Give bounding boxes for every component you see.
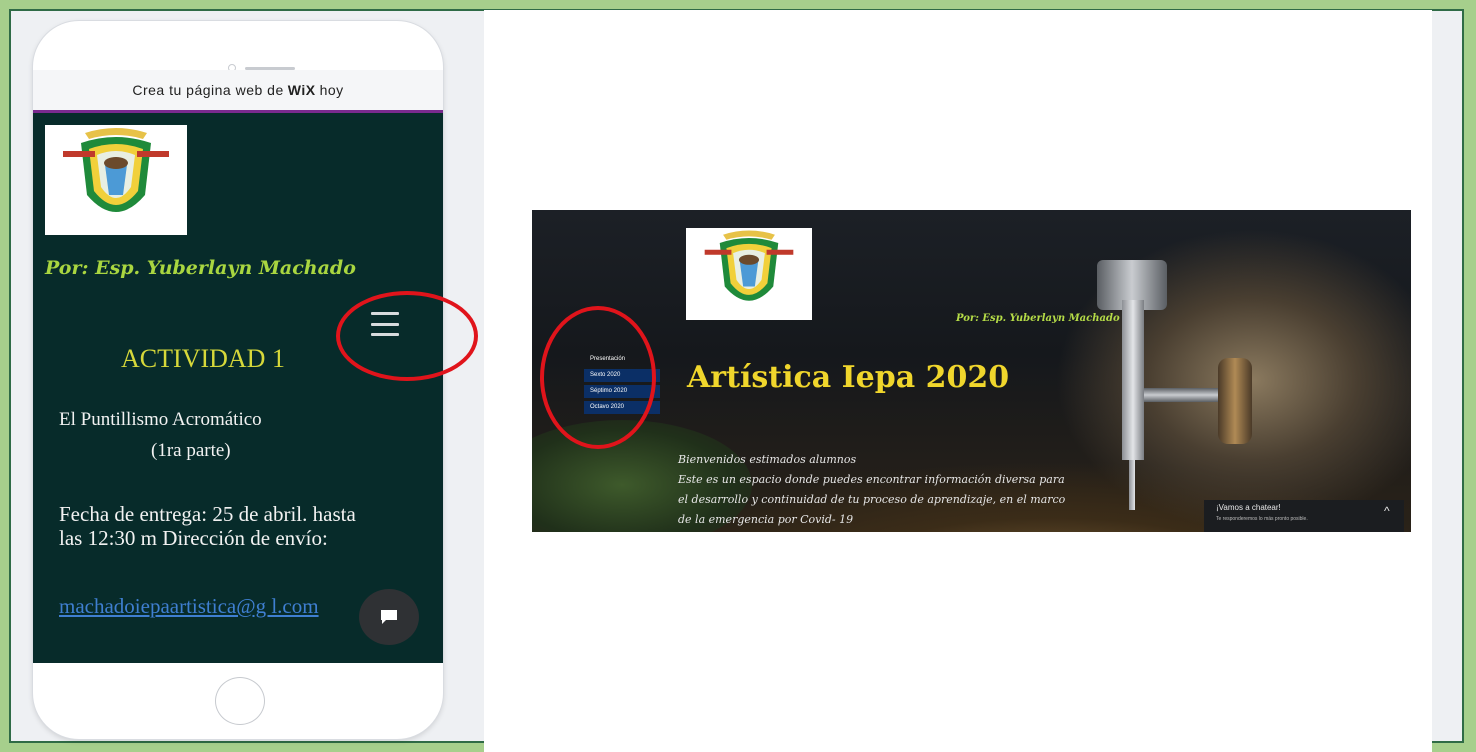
welcome-line: de la emergencia por Covid- 19 [678, 513, 854, 526]
welcome-line: el desarrollo y continuidad de tu proces… [678, 493, 1066, 506]
school-logo [45, 125, 187, 235]
annotation-circle-menu [336, 291, 478, 381]
welcome-line: Bienvenidos estimados alumnos [678, 453, 857, 466]
chat-bubble-icon [381, 610, 397, 624]
chat-button[interactable] [359, 589, 419, 645]
chat-widget-subtitle: Te responderemos lo más pronto posible. [1216, 516, 1308, 522]
chevron-up-icon[interactable]: ^ [1384, 504, 1390, 518]
chat-widget-title: ¡Vamos a chatear! [1216, 503, 1281, 512]
school-crest-icon [63, 128, 169, 212]
welcome-line: Este es un espacio donde puedes encontra… [678, 473, 1065, 486]
wix-banner[interactable]: Crea tu página web de WiX hoy [33, 70, 443, 113]
needle-knob [1218, 358, 1252, 444]
wix-banner-suffix: hoy [319, 82, 344, 98]
needle-screw-stem [1144, 388, 1224, 402]
desktop-school-logo [686, 228, 812, 320]
delivery-info: Fecha de entrega: 25 de abril. hasta las… [59, 502, 356, 550]
chat-widget[interactable]: ¡Vamos a chatear! Te responderemos lo má… [1204, 500, 1404, 532]
site-title: Artística Iepa 2020 [687, 360, 1010, 395]
desktop-site-preview: Por: Esp. Yuberlayn Machado Presentación… [532, 210, 1411, 532]
activity-title: ACTIVIDAD 1 [121, 344, 285, 373]
needle-bar [1122, 300, 1144, 460]
phone-home-button[interactable] [215, 677, 265, 725]
email-link[interactable]: machadoiepaartistica@g l.com [59, 593, 359, 619]
mobile-site-screen: Por: Esp. Yuberlayn Machado ACTIVIDAD 1 … [33, 113, 443, 663]
welcome-text: Bienvenidos estimados alumnos Este es un… [678, 450, 1128, 530]
wix-banner-prefix: Crea tu página web de [132, 82, 284, 98]
annotation-circle-desktop-menu [540, 306, 656, 449]
school-crest-icon [704, 230, 794, 301]
activity-subtitle-part: (1ra parte) [151, 440, 231, 461]
wix-brand: WiX [287, 82, 316, 98]
activity-subtitle: El Puntillismo Acromático [59, 409, 262, 430]
author-name: Por: Esp. Yuberlayn Machado [45, 257, 356, 279]
desktop-author-name: Por: Esp. Yuberlayn Machado [956, 313, 1120, 324]
needle-tip [1129, 460, 1135, 510]
